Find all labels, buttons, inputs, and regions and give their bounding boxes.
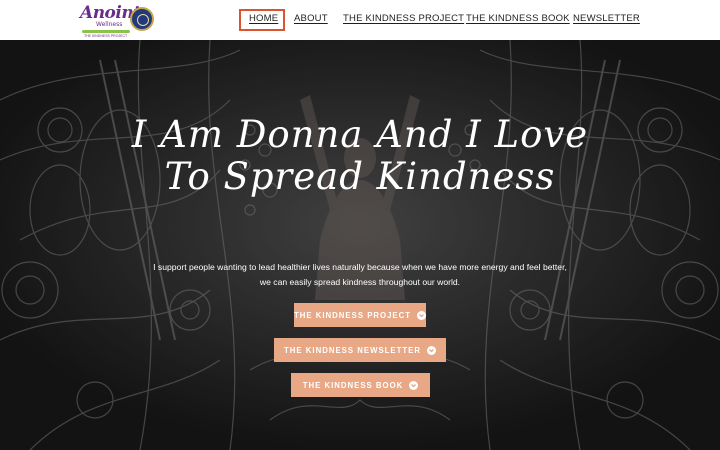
kindness-book-button[interactable]: THE KINDNESS BOOK bbox=[291, 373, 430, 397]
kindness-book-button-label: THE KINDNESS BOOK bbox=[302, 380, 404, 390]
kindness-newsletter-button-label: THE KINDNESS NEWSLETTER bbox=[284, 345, 421, 355]
kindness-project-button[interactable]: THE KINDNESS PROJECT bbox=[293, 303, 427, 327]
kindness-newsletter-button[interactable]: THE KINDNESS NEWSLETTER bbox=[274, 338, 446, 362]
chevron-down-icon bbox=[409, 380, 419, 390]
nav-home[interactable]: HOME bbox=[249, 13, 278, 24]
chevron-down-icon bbox=[417, 310, 427, 320]
nav-kindness-book[interactable]: THE KINDNESS BOOK bbox=[466, 13, 570, 24]
hero-section: I Am Donna And I Love To Spread Kindness… bbox=[0, 40, 720, 450]
chevron-down-icon bbox=[426, 345, 436, 355]
hero-intro-text: I support people wanting to lead healthi… bbox=[153, 262, 567, 287]
nav-about[interactable]: ABOUT bbox=[294, 13, 328, 24]
main-nav: HOME ABOUT THE KINDNESS PROJECT THE KIND… bbox=[0, 0, 720, 40]
site-header: Anoint Wellness THE KINDNESS PROJECT HOM… bbox=[0, 0, 720, 40]
nav-kindness-project[interactable]: THE KINDNESS PROJECT bbox=[343, 13, 464, 24]
hero-title: I Am Donna And I Love To Spread Kindness bbox=[131, 113, 589, 198]
kindness-project-button-label: THE KINDNESS PROJECT bbox=[293, 310, 412, 320]
nav-newsletter[interactable]: NEWSLETTER bbox=[573, 13, 640, 24]
